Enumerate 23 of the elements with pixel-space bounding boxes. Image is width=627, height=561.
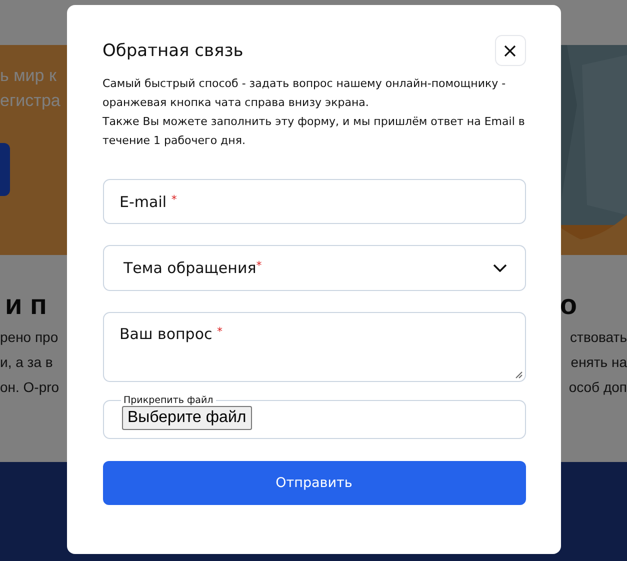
- section-heading: и п: [5, 288, 47, 322]
- hero-text: ь мир к: [0, 65, 58, 87]
- hero-text: егистра: [0, 90, 60, 112]
- section-text: рено про: [0, 328, 58, 347]
- chevron-down-icon: [492, 264, 506, 272]
- choose-file-button[interactable]: Выберите файл: [122, 406, 252, 430]
- section-text: особ доп: [568, 378, 627, 397]
- dialog-description: Также Вы можете заполнить эту форму, и мы пришлём ответ на Email в течение 1 рабочего дня.: [102, 114, 526, 149]
- email-field[interactable]: E-mail *: [102, 179, 526, 224]
- field-legend: Прикрепить файл: [120, 395, 216, 406]
- submit-button[interactable]: Отправить: [102, 461, 526, 505]
- close-button[interactable]: [494, 35, 526, 66]
- resize-grip-icon[interactable]: [514, 371, 522, 379]
- close-icon: [504, 44, 516, 56]
- section-text: ствовать: [570, 328, 627, 347]
- section-text: он. O-pro: [0, 378, 60, 397]
- section-text: енять на: [570, 353, 627, 372]
- section-heading: о: [560, 288, 577, 322]
- section-text: и, а за в: [0, 353, 53, 372]
- topic-select[interactable]: Тема обращения*: [102, 245, 526, 291]
- dialog-description: Самый быстрый способ - задать вопрос нашему онлайн-помощнику - оранжевая кнопка чата справа внизу экрана.: [102, 76, 507, 111]
- dialog-title: Обратная связь: [102, 40, 244, 60]
- question-field[interactable]: Ваш вопрос *: [102, 312, 526, 382]
